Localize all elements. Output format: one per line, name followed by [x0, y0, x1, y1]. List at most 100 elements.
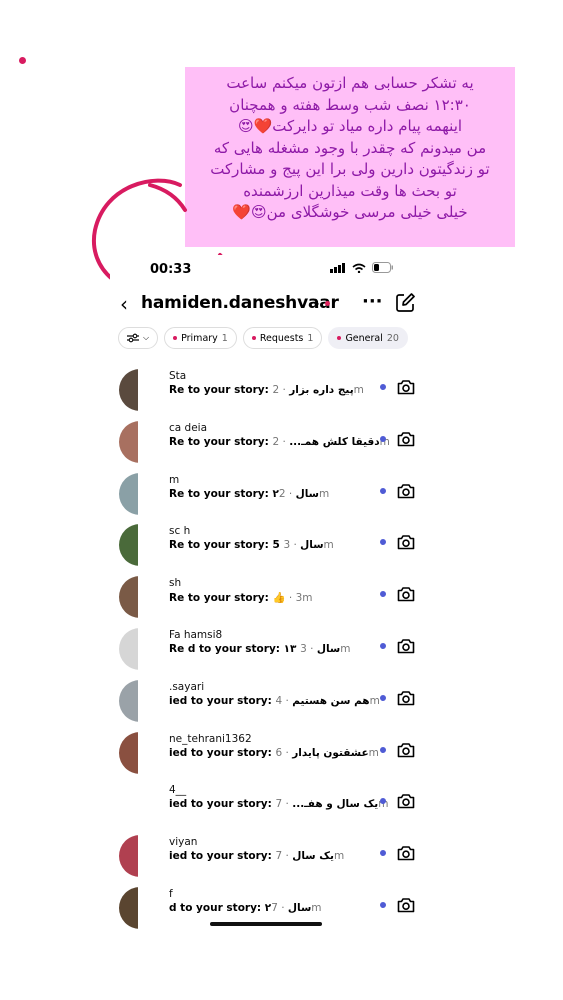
unread-dot — [380, 487, 386, 494]
thread-message: Re to your story: دقیقا کلش همـ... · 2m — [169, 436, 390, 448]
back-button[interactable]: ‹ — [120, 292, 128, 316]
camera-icon[interactable] — [397, 793, 415, 809]
thread-username: 4__ — [169, 784, 187, 797]
camera-icon[interactable] — [397, 586, 415, 602]
redaction-mask — [138, 576, 167, 621]
unread-dot — [380, 435, 386, 442]
thread-username: sh — [169, 577, 182, 590]
filter-chip-primary[interactable]: Primary 1 — [164, 327, 237, 349]
thread-message: Re d to your story: ۱۳ سال · 3m — [169, 643, 350, 655]
thread-message: ied to your story: یک سال · 7m — [169, 850, 344, 862]
chip-label: Primary — [181, 332, 218, 344]
thread-row[interactable]: m Re to your story: ۲سال · 2m — [110, 472, 425, 525]
camera-icon[interactable] — [397, 742, 415, 758]
redaction-mask — [138, 783, 167, 828]
unread-dot — [380, 746, 386, 753]
redaction-mask — [138, 472, 167, 517]
message-text: ied to your story: عشقتون پایدار — [169, 746, 369, 759]
thread-row[interactable]: Sta Re to your story: پیج داره بزار · 2m — [110, 369, 425, 421]
message-text: Re to your story: ۲سال — [169, 487, 319, 500]
compose-icon[interactable] — [396, 293, 415, 312]
thread-row[interactable]: f d to your story: ۲سال · 7m — [110, 887, 425, 933]
status-time: 00:33 — [150, 262, 192, 277]
thread-username: ne_tehrani1362 — [169, 732, 252, 745]
chip-label: Requests — [259, 332, 304, 344]
thread-message: ied to your story: عشقتون پایدار · 6m — [169, 747, 379, 759]
thread-message: Re to your story: 👍 · 3m — [169, 591, 312, 604]
account-username[interactable]: hamiden.daneshvaar — [141, 293, 339, 313]
filter-chip-requests[interactable]: Requests 1 — [242, 327, 323, 349]
chip-dot — [337, 336, 342, 340]
sliders-icon — [127, 333, 139, 343]
unread-dot — [380, 643, 386, 649]
chevron-down-icon[interactable]: ⌄ — [312, 296, 321, 309]
thread-row[interactable]: ne_tehrani1362 ied to your story: عشقتون… — [110, 731, 425, 784]
chip-label: General — [345, 332, 383, 344]
redaction-mask — [138, 679, 167, 724]
thread-username: sc h — [169, 525, 191, 538]
redaction-mask — [138, 731, 167, 776]
thread-username: Sta — [169, 370, 187, 382]
note-line: یه تشکر حسابی هم ازتون میکنم ساعت — [226, 74, 474, 92]
note-line: من میدونم که چقدر با وجود مشغله هایی که — [213, 138, 487, 157]
redaction-mask — [138, 835, 167, 880]
inbox-header: ‹ hamiden.daneshvaar ⌄ ··· — [110, 291, 425, 317]
camera-icon[interactable] — [397, 483, 415, 499]
thread-username: .sayari — [169, 680, 205, 693]
camera-icon[interactable] — [397, 690, 415, 706]
battery-icon — [372, 262, 393, 273]
message-time: · 3m — [285, 592, 313, 605]
thread-row[interactable]: .sayari ied to your story: هم سن هستیم ·… — [110, 679, 425, 732]
camera-icon[interactable] — [397, 534, 415, 550]
message-text: Re to your story: پیج داره بزار — [169, 384, 354, 396]
message-text: Re to your story: 👍 — [169, 592, 286, 605]
thread-username: f — [169, 888, 173, 900]
thread-row[interactable]: sc h Re to your story: 5 سال · 3m — [110, 524, 425, 576]
unread-dot — [380, 384, 386, 390]
redaction-mask — [138, 369, 167, 413]
thread-row[interactable]: viyan ied to your story: یک سال · 7m — [110, 835, 425, 887]
redaction-mask — [138, 887, 167, 931]
note-line: اینهمه پیام داره میاد تو دایرکت❤️😍 — [237, 117, 463, 135]
thread-row[interactable]: ca deia Re to your story: دقیقا کلش همـ..… — [110, 420, 425, 473]
chip-dot — [251, 336, 256, 340]
filter-chip-general[interactable]: General 20 — [328, 327, 408, 349]
more-options-button[interactable]: ··· — [362, 291, 383, 312]
message-text: ied to your story: هم سن هستیم — [169, 694, 370, 707]
thread-row[interactable]: 4__ ied to your story: یک سال و هفـ... ·… — [110, 783, 425, 835]
redaction-mask — [138, 628, 167, 672]
thread-message: ied to your story: هم سن هستیم · 4m — [169, 695, 380, 707]
camera-icon[interactable] — [397, 897, 415, 913]
thread-message: Re to your story: ۲سال · 2m — [169, 488, 329, 500]
instagram-inbox-screenshot: 00:33 ‹ hamiden.daneshvaar ⌄ ··· ⌵ Prima… — [110, 255, 425, 933]
thread-row[interactable]: Fa hamsi8 Re d to your story: ۱۳ سال · 3m — [110, 628, 425, 680]
chip-dot — [173, 336, 178, 340]
message-text: Re to your story: 5 سال — [169, 539, 324, 552]
message-text: ied to your story: یک سال — [169, 850, 334, 863]
message-text: d to your story: ۲سال — [169, 902, 312, 914]
unread-dot — [380, 902, 386, 908]
unread-dot — [380, 694, 386, 701]
redaction-mask — [138, 420, 167, 465]
chip-count: 1 — [307, 332, 314, 344]
thread-username: viyan — [169, 836, 198, 849]
chevron-down-icon: ⌵ — [143, 333, 150, 342]
unread-dot — [380, 539, 386, 546]
thread-message: d to your story: ۲سال · 7m — [169, 902, 322, 914]
thread-username: m — [169, 473, 180, 486]
camera-icon[interactable] — [397, 845, 415, 861]
thread-row[interactable]: sh Re to your story: 👍 · 3m — [110, 576, 425, 628]
chip-count: 1 — [221, 332, 228, 344]
camera-icon[interactable] — [397, 638, 415, 654]
unread-dot — [380, 850, 386, 857]
signal-icon — [330, 262, 345, 273]
camera-icon[interactable] — [397, 431, 415, 447]
thread-message: Re to your story: 5 سال · 3m — [169, 539, 334, 551]
message-text: ied to your story: یک سال و هفـ... — [169, 798, 379, 811]
filter-chips: ⌵ Primary 1 Requests 1 General 20 — [118, 327, 408, 349]
thread-username: ca deia — [169, 421, 208, 434]
camera-icon[interactable] — [397, 379, 415, 395]
thread-message: Re to your story: پیج داره بزار · 2m — [169, 384, 364, 396]
thread-username: Fa hamsi8 — [169, 629, 223, 641]
filter-settings-chip[interactable]: ⌵ — [118, 327, 159, 349]
